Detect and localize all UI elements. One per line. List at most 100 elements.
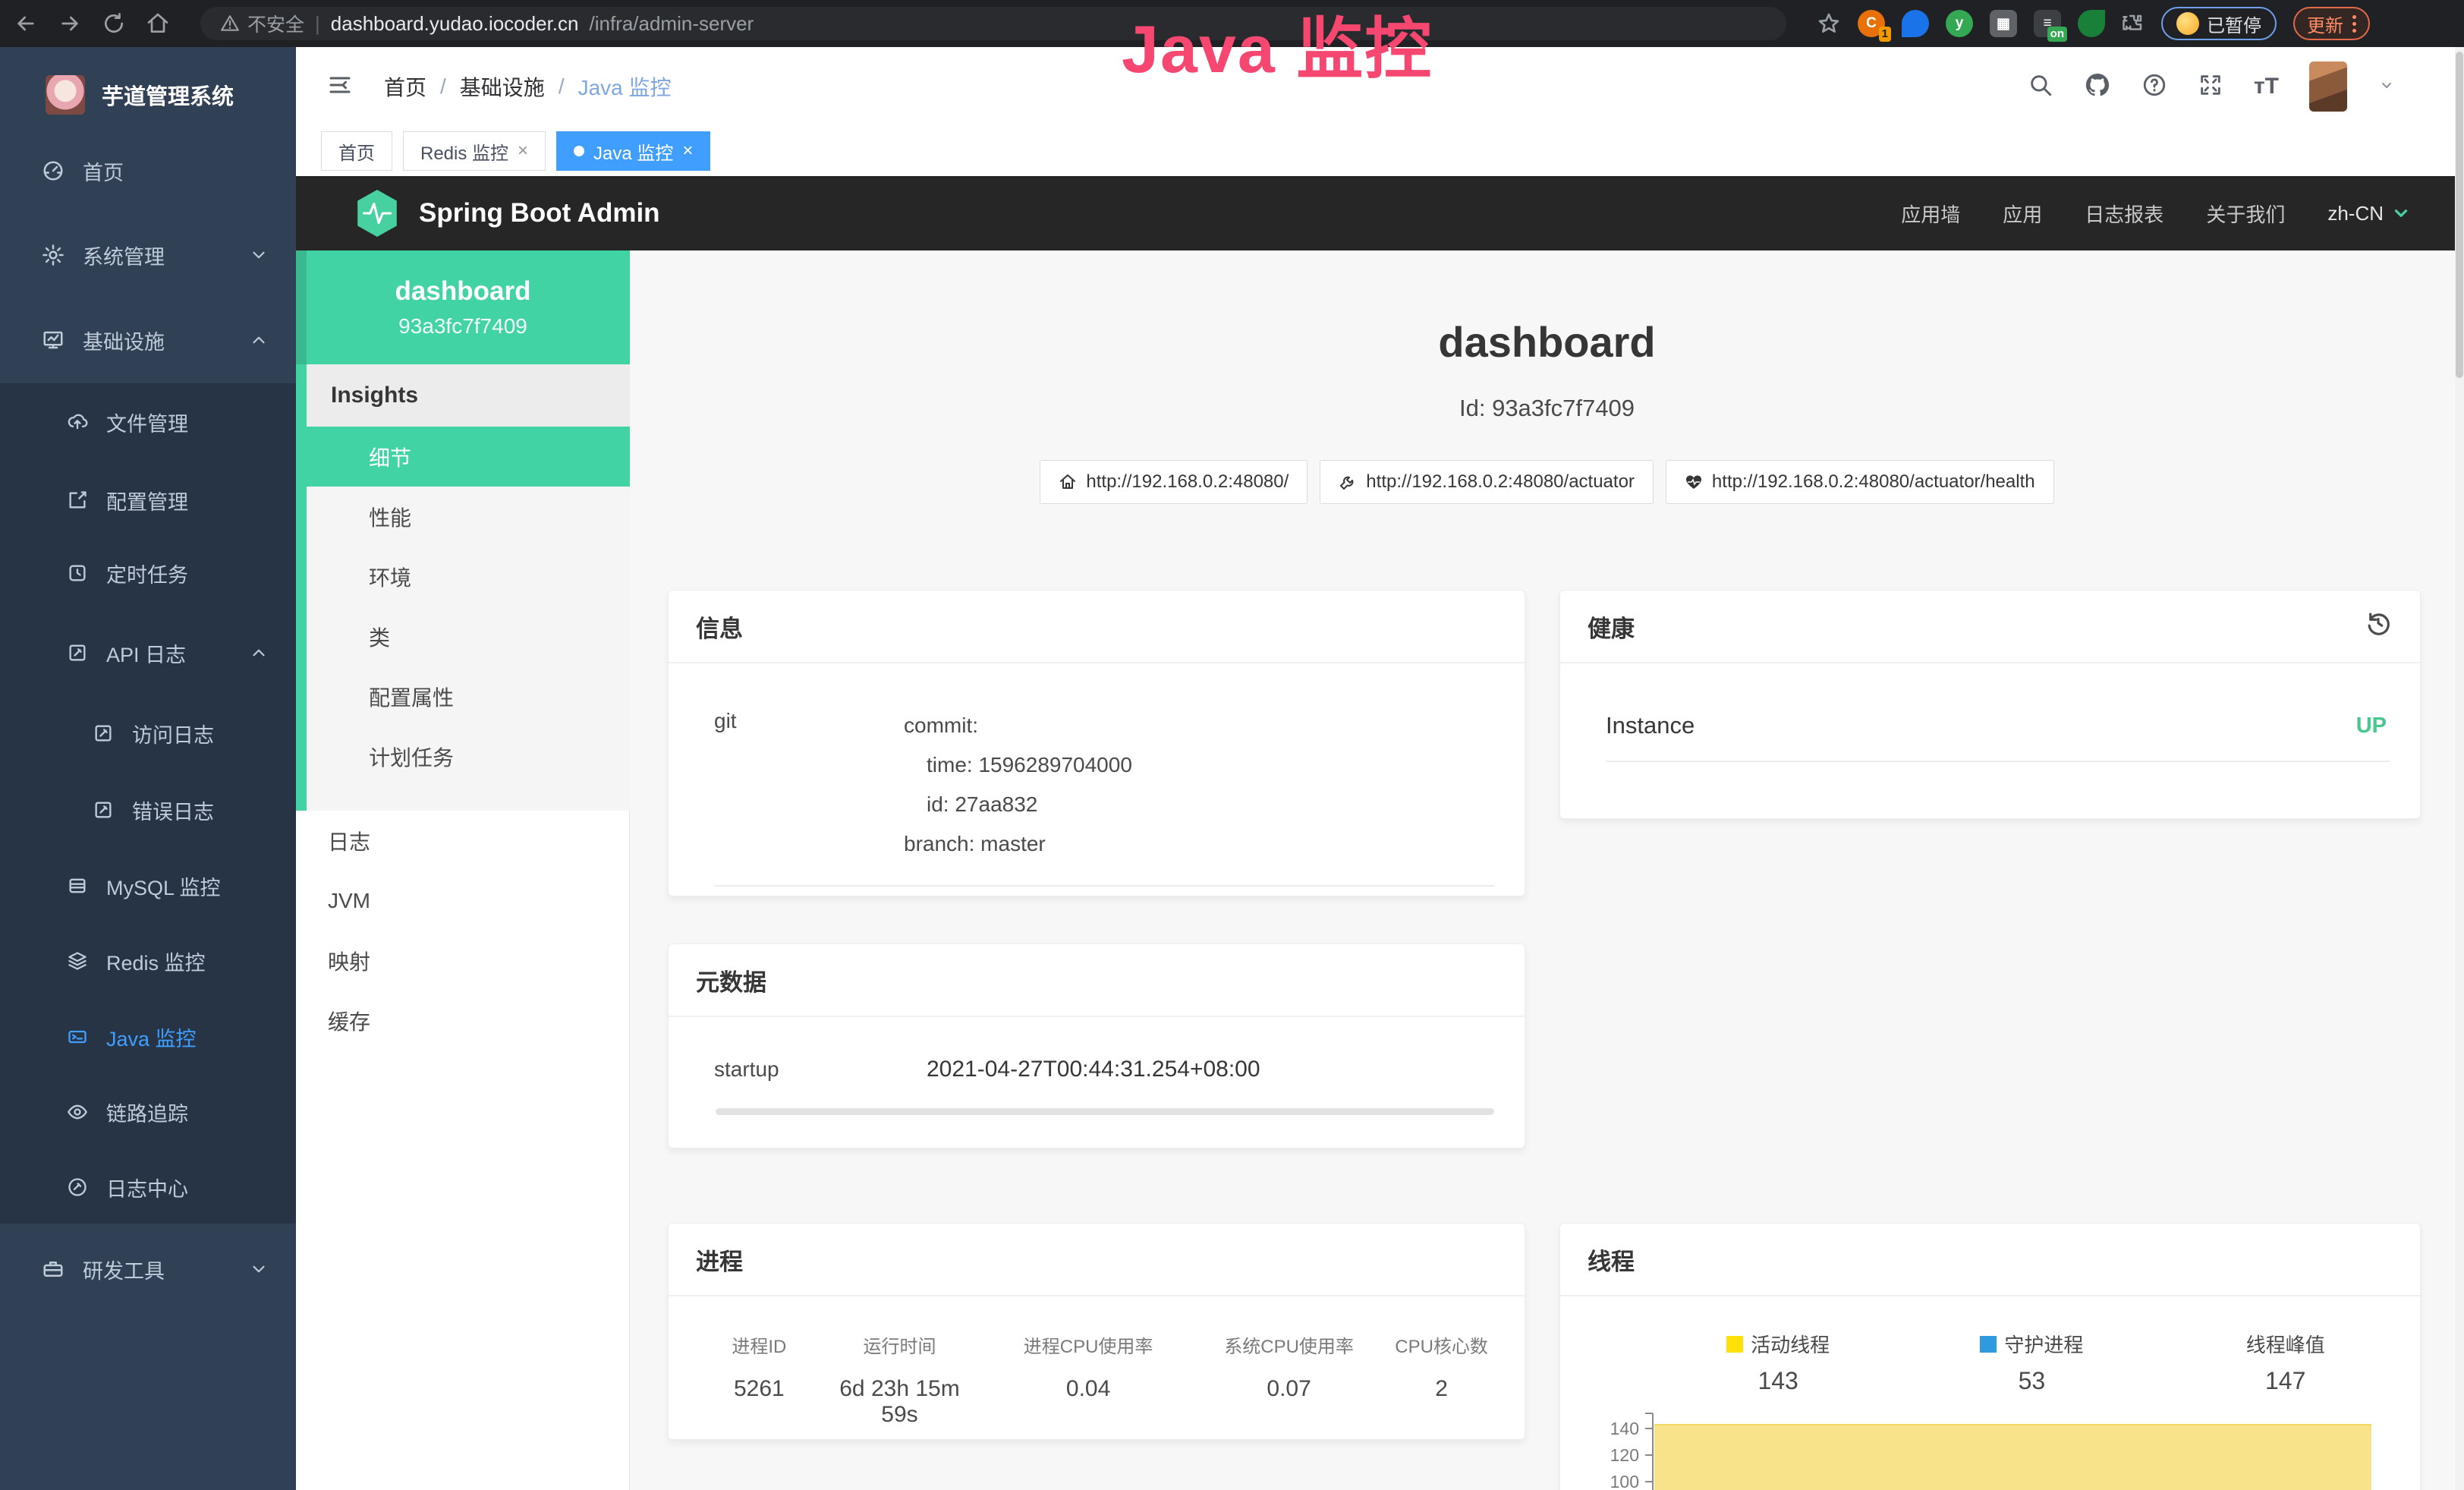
sidebar-item-log-center[interactable]: 日志中心 [0,1156,296,1218]
service-url-link[interactable]: http://192.168.0.2:48080/ [1040,460,1308,504]
sidebar-item-error-logs[interactable]: 错误日志 [0,779,296,841]
tab-redis-monitor[interactable]: Redis 监控 × [403,131,546,171]
tag-view-bar: 首页 Redis 监控 × Java 监控 × [296,126,2464,176]
font-size-icon[interactable]: ᴛT [2254,74,2279,99]
close-icon[interactable]: × [682,140,693,162]
chevron-down-icon [249,245,269,265]
extensions-puzzle-icon[interactable] [2122,12,2145,35]
sidebar-item-redis-monitor[interactable]: Redis 监控 [0,930,296,992]
sba-item-caches[interactable]: 缓存 [296,991,630,1051]
actuator-url-link[interactable]: http://192.168.0.2:48080/actuator [1320,460,1654,504]
breadcrumb-home[interactable]: 首页 [384,71,426,102]
sba-item-jvm[interactable]: JVM [296,871,630,931]
address-bar[interactable]: 不安全 | dashboard.yudao.iocoder.cn /infra/… [200,7,1786,40]
ext-icon-switch[interactable]: ≡on [2034,10,2061,37]
log-edit-icon [67,642,88,663]
threads-legend: 活动线程 守护进程 线程峰值 [1560,1296,2420,1358]
browser-update-button[interactable]: 更新 [2293,7,2370,40]
browser-home-icon[interactable] [146,11,170,36]
sba-item-config-props[interactable]: 配置属性 [296,666,630,726]
sidebar-item-tracing[interactable]: 链路追踪 [0,1081,296,1143]
help-icon[interactable] [2141,72,2167,102]
legend-swatch-daemon [1980,1336,1997,1353]
tab-home[interactable]: 首页 [321,131,392,171]
home-icon [1059,473,1077,491]
info-key: git [714,706,904,864]
live-threads-value: 143 [1758,1367,1798,1395]
sidebar-item-access-logs[interactable]: 访问日志 [0,702,296,764]
health-row-label: Instance [1606,712,1695,739]
dashboard-icon [42,159,65,182]
sidebar-item-dev-tools[interactable]: 研发工具 [0,1238,296,1300]
sidebar-item-home[interactable]: 首页 [0,140,296,202]
bookmark-star-icon[interactable] [1817,11,1841,36]
paused-badge[interactable]: 已暂停 [2161,7,2277,40]
y-tick-120: 120 [1610,1445,1639,1465]
sidebar-item-java-monitor[interactable]: Java 监控 [0,1006,296,1068]
sba-nav-applications[interactable]: 应用 [2003,200,2042,228]
chevron-up-icon [249,330,269,350]
user-avatar[interactable] [2309,61,2347,112]
health-history-icon[interactable] [2364,609,2393,644]
sidebar-item-scheduled-jobs[interactable]: 定时任务 [0,542,296,604]
browser-reload-icon[interactable] [102,11,126,36]
ext-icon-grid[interactable]: ▦ [1990,10,2017,37]
sba-brand[interactable]: Spring Boot Admin [355,189,660,238]
user-menu-caret-icon[interactable] [2377,76,2396,98]
sba-item-classes[interactable]: 类 [296,606,630,666]
ext-icon-leaf[interactable] [2078,10,2105,37]
sidebar-item-infrastructure[interactable]: 基础设施 [0,309,296,371]
scrollbar-thumb[interactable] [2456,52,2463,378]
daemon-threads-value: 53 [2019,1367,2046,1395]
browser-menu-icon[interactable] [2352,15,2356,33]
sba-header: Spring Boot Admin 应用墙 应用 日志报表 关于我们 zh-CN [296,176,2464,250]
sba-nav-about[interactable]: 关于我们 [2206,200,2285,228]
sba-locale-select[interactable]: zh-CN [2327,202,2411,225]
sidebar-item-config-management[interactable]: 配置管理 [0,469,296,531]
sidebar-item-api-logs[interactable]: API 日志 [0,622,296,684]
tab-java-monitor[interactable]: Java 监控 × [556,131,710,171]
sba-item-details[interactable]: 细节 [296,427,630,487]
github-icon[interactable] [2084,71,2111,102]
sidebar-item-system[interactable]: 系统管理 [0,224,296,286]
ext-icon-green-y[interactable]: y [1946,10,1973,37]
breadcrumb: 首页 / 基础设施 / Java 监控 [384,71,672,102]
instance-health-row: Instance UP [1560,663,2420,739]
close-icon[interactable]: × [518,140,528,162]
process-table: 进程ID5261 运行时间6d 23h 15m 59s 进程CPU使用率0.04… [669,1296,1525,1428]
sba-other-items: 日志 JVM 映射 缓存 [296,811,630,1051]
sba-item-scheduled-tasks[interactable]: 计划任务 [296,726,630,786]
sba-item-mappings[interactable]: 映射 [296,931,630,991]
info-card: 信息 git commit: time: 1596289704000 id: 2… [668,590,1525,896]
sba-item-performance[interactable]: 性能 [296,487,630,547]
sba-nav-wallboard[interactable]: 应用墙 [1901,200,1960,228]
eye-icon [67,1101,88,1123]
fullscreen-icon[interactable] [2198,72,2223,102]
browser-forward-icon[interactable] [58,11,82,36]
sba-main: dashboard Id: 93a3fc7f7409 http://192.16… [630,250,2464,1490]
instance-box[interactable]: dashboard 93a3fc7f7409 [296,250,630,364]
hamburger-icon[interactable] [326,71,354,102]
ext-icon-pin[interactable] [1902,10,1929,37]
sidebar-item-mysql-monitor[interactable]: MySQL 监控 [0,855,296,917]
app-logo[interactable]: 芋道管理系统 [0,61,296,129]
url-host: dashboard.yudao.iocoder.cn [331,12,579,36]
health-url-link[interactable]: http://192.168.0.2:48080/actuator/health [1666,460,2054,504]
search-icon[interactable] [2028,72,2053,102]
horizontal-scrollbar[interactable] [716,1108,1494,1115]
info-card-title: 信息 [696,610,743,644]
sidebar-item-file-management[interactable]: 文件管理 [0,391,296,453]
health-card-title: 健康 [1588,610,1635,644]
sba-item-environment[interactable]: 环境 [296,547,630,606]
sba-nav-journal[interactable]: 日志报表 [2085,200,2163,228]
breadcrumb-infrastructure[interactable]: 基础设施 [460,71,545,102]
sba-item-logs[interactable]: 日志 [296,811,630,871]
startup-row: startup 2021-04-27T00:44:31.254+08:00 [669,1017,1525,1082]
process-cpu-value: 0.04 [980,1376,1197,1402]
page-scrollbar[interactable] [2455,47,2464,1490]
browser-back-icon[interactable] [14,11,38,36]
metadata-card: 元数据 startup 2021-04-27T00:44:31.254+08:0… [668,943,1525,1148]
threads-values: 143 53 147 [1560,1358,2420,1395]
ext-icon-orange[interactable]: C1 [1858,10,1885,37]
y-tick-140: 140 [1610,1419,1639,1438]
